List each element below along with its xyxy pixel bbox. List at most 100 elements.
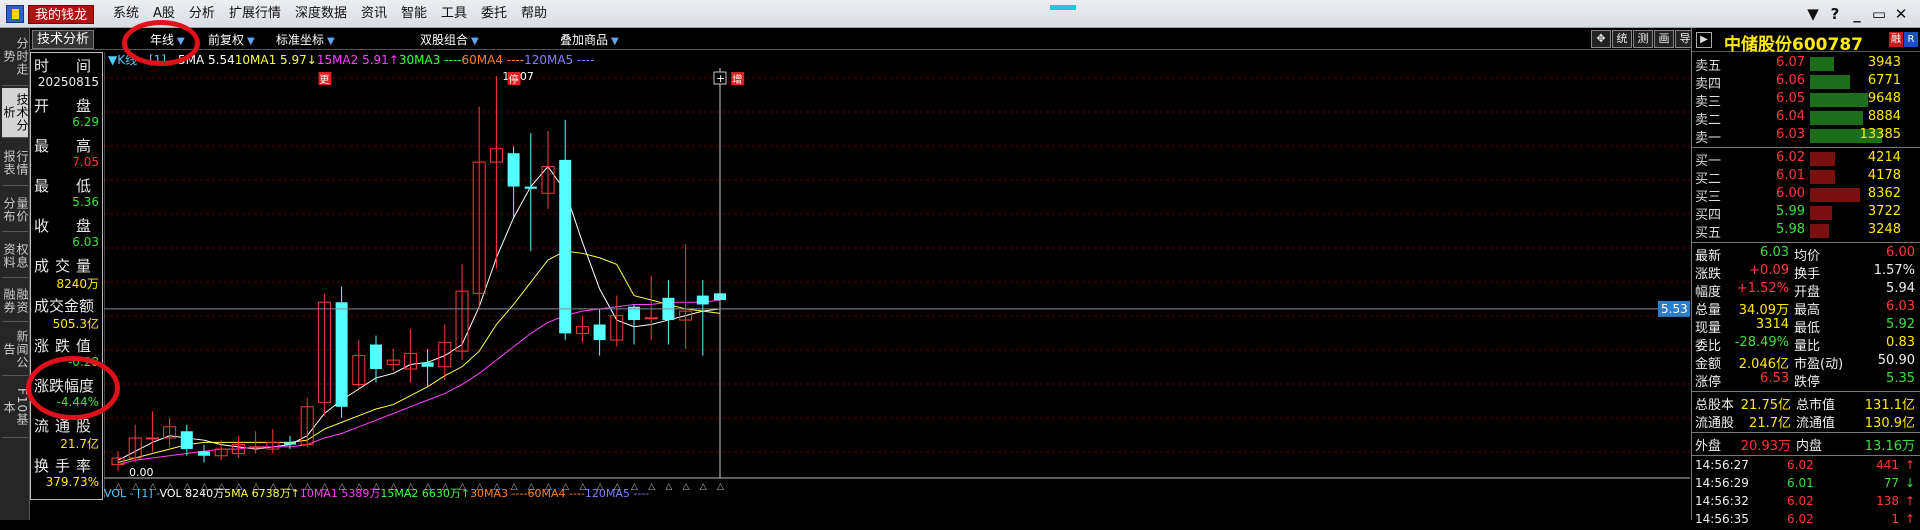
candle[interactable]	[628, 304, 640, 345]
cap-label: 总股本	[1695, 398, 1735, 413]
candle[interactable]	[145, 411, 159, 452]
my-qianlong-button[interactable]: 我的钱龙	[28, 5, 95, 24]
left-tab[interactable]: 行情报表	[2, 140, 29, 186]
cap-label: 流通值	[1796, 416, 1836, 431]
stat-row: 委比 -28.49% 量比 0.83	[1692, 335, 1920, 354]
menu-item[interactable]: 深度数据	[288, 0, 354, 28]
candle[interactable]	[524, 133, 537, 252]
candle[interactable]	[163, 417, 177, 447]
toolbar-dropdown-label: 叠加商品	[560, 33, 609, 47]
candle[interactable]	[575, 315, 589, 343]
orderbook-row: 买一 6.02 4214	[1692, 150, 1920, 169]
menu-item[interactable]: 资讯	[354, 0, 394, 28]
menu-item[interactable]: 委托	[474, 0, 514, 28]
chart-tool-button[interactable]: 测	[1633, 30, 1653, 48]
candle[interactable]	[231, 435, 245, 458]
candle[interactable]	[438, 324, 452, 381]
tick-volume: 77	[1883, 476, 1899, 490]
toolbar-dropdown[interactable]: 叠加商品 ▼	[560, 31, 619, 48]
stat-value: 1.57%	[1873, 263, 1915, 278]
candle[interactable]	[317, 293, 331, 416]
title-indicator	[1050, 5, 1076, 10]
tick-direction-icon: ↑	[1904, 512, 1915, 526]
cap-row: 流通股 21.7亿 流通值 130.9亿	[1692, 412, 1920, 431]
orderbook-label: 买四	[1695, 208, 1722, 223]
tick-time: 14:56:27	[1695, 458, 1749, 472]
candle[interactable]	[541, 130, 555, 209]
candle[interactable]	[300, 397, 314, 447]
toolbar-dropdown[interactable]: 双股组合 ▼	[420, 31, 479, 48]
stat-label: 幅度	[1695, 285, 1722, 300]
volume-legend-item: 10MA1 5389万	[300, 487, 381, 498]
orderbook-bar	[1810, 152, 1835, 166]
candle-body	[559, 159, 572, 334]
candle-body	[335, 302, 348, 407]
period-marker: △	[648, 482, 655, 492]
candle[interactable]	[679, 244, 693, 349]
candle[interactable]	[335, 286, 348, 418]
period-marker: △	[717, 482, 724, 492]
candle[interactable]	[352, 340, 366, 390]
candle[interactable]	[198, 444, 210, 463]
left-tab[interactable]: 权息资料	[2, 234, 29, 278]
stat-label: 均价	[1794, 249, 1821, 264]
app-logo-icon	[6, 5, 24, 23]
menu-arrow-icon[interactable]: ▼	[1802, 0, 1824, 28]
legend-item: 30MA3 ----	[399, 53, 462, 67]
candle[interactable]	[472, 106, 486, 309]
toolbar-dropdown[interactable]: 标准坐标 ▼	[276, 31, 335, 48]
orderbook-label: 卖三	[1695, 95, 1722, 110]
candle[interactable]	[559, 119, 572, 341]
orderbook-volume: 4214	[1867, 150, 1901, 165]
cap-label: 总市值	[1796, 398, 1836, 413]
candle[interactable]	[489, 76, 503, 269]
left-tab[interactable]: 技术分析	[2, 88, 29, 138]
close-icon[interactable]: ✕	[1890, 0, 1912, 28]
toolbar-dropdown[interactable]: 前复权 ▼	[208, 31, 255, 48]
left-tab[interactable]: F10基本	[2, 378, 29, 438]
candle[interactable]	[455, 264, 469, 361]
menu-item[interactable]: 帮助	[514, 0, 554, 28]
candle-body	[370, 344, 382, 369]
restore-icon[interactable]: ▭	[1868, 0, 1890, 28]
menu-item[interactable]: 工具	[434, 0, 474, 28]
candle[interactable]	[386, 348, 400, 372]
orderbook-volume: 3722	[1867, 204, 1901, 219]
cap-value: 131.1亿	[1864, 398, 1915, 413]
candle[interactable]	[507, 146, 520, 218]
left-tab[interactable]: 分时走势	[2, 28, 29, 86]
chart-tool-button[interactable]: ✥	[1591, 30, 1611, 48]
candle[interactable]	[403, 328, 417, 383]
candle[interactable]	[421, 348, 434, 387]
period-marker: △	[700, 482, 707, 492]
stat-value: 6.00	[1886, 245, 1915, 260]
quote-panel: ▶ 中储股份600787 融 R 卖五 6.07 3943 卖四 6.06 6771 卖三 6…	[1691, 28, 1920, 526]
collapse-icon[interactable]: ▶	[1696, 32, 1712, 48]
candle[interactable]	[662, 280, 675, 345]
menu-item[interactable]: 分析	[182, 0, 222, 28]
chart-tool-button[interactable]: 统	[1612, 30, 1632, 48]
menu-item[interactable]: 扩展行情	[222, 0, 288, 28]
candle[interactable]	[266, 429, 280, 454]
left-tab[interactable]: 融资融券	[2, 280, 29, 322]
orderbook-row: 卖三 6.05 9648	[1692, 91, 1920, 110]
left-tab[interactable]: 新闻公告	[2, 324, 29, 376]
orderbook-row: 卖一 6.03 13385	[1692, 127, 1920, 146]
kline-chart[interactable]: ▼K线 - [1] - 5MA 5.5410MA1 5.97↓15MA2 5.9…	[104, 52, 1690, 498]
candle[interactable]	[696, 280, 709, 356]
orderbook-label: 卖四	[1695, 77, 1722, 92]
orderbook-row: 买四 5.99 3722	[1692, 204, 1920, 223]
candle[interactable]	[180, 424, 193, 456]
chart-tool-button[interactable]: 画	[1654, 30, 1674, 48]
orderbook-label: 买五	[1695, 226, 1722, 241]
tab-technical-analysis[interactable]: 技术分析	[32, 30, 94, 49]
orderbook-price: 6.02	[1776, 150, 1805, 165]
candle[interactable]	[370, 335, 382, 383]
orderbook-row: 买三 6.00 8362	[1692, 186, 1920, 205]
menu-item[interactable]: 智能	[394, 0, 434, 28]
left-tab[interactable]: 量价分布	[2, 188, 29, 232]
help-icon[interactable]: ?	[1824, 0, 1846, 28]
minimize-icon[interactable]: _	[1846, 0, 1868, 28]
candle[interactable]	[644, 275, 658, 341]
info-value: 7.05	[72, 155, 99, 169]
